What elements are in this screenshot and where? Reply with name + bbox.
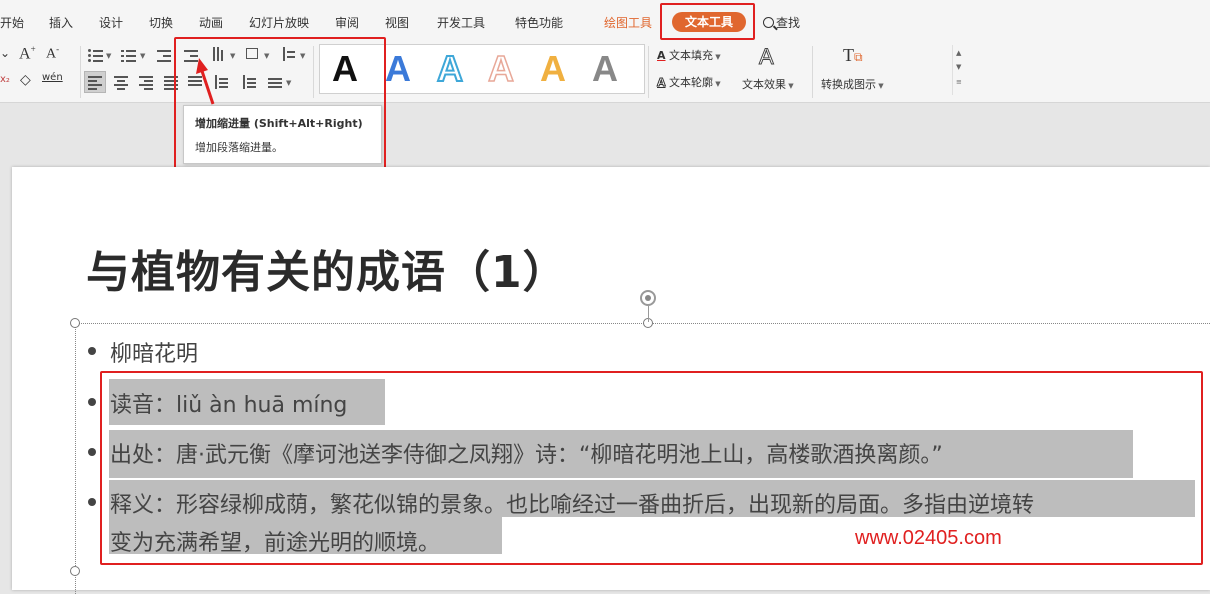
wordart-style-gray[interactable]: A: [592, 47, 618, 91]
align-center-icon[interactable]: [114, 75, 130, 90]
resize-handle-left-middle[interactable]: [70, 566, 80, 576]
tab-animations[interactable]: 动画: [199, 14, 223, 31]
text-effect-icon[interactable]: A: [759, 44, 775, 70]
tab-slideshow[interactable]: 幻灯片放映: [249, 14, 309, 31]
gallery-scroll[interactable]: ▲ ▼ ≡: [952, 45, 965, 95]
tab-drawing-tools[interactable]: 绘图工具: [604, 14, 652, 31]
tab-design[interactable]: 设计: [99, 14, 123, 31]
font-grow-button[interactable]: A+: [19, 44, 36, 63]
subscript-icon[interactable]: x₂: [0, 74, 10, 85]
rotate-handle-icon[interactable]: [640, 290, 656, 306]
watermark-url: www.02405.com: [855, 527, 1002, 549]
text-outline-button[interactable]: A 文本轮廓 ▼: [657, 74, 721, 90]
tab-transitions[interactable]: 切换: [149, 14, 173, 31]
bullet-dot: [88, 498, 96, 506]
search-label: 查找: [776, 16, 801, 30]
annotation-arrow-icon: [196, 58, 215, 105]
tab-developer[interactable]: 开发工具: [437, 14, 485, 31]
font-shrink-button[interactable]: A-: [46, 44, 59, 63]
bullet-dot: [88, 398, 96, 406]
resize-handle-top-left[interactable]: [70, 318, 80, 328]
tab-special-features[interactable]: 特色功能: [515, 14, 563, 31]
eraser-icon[interactable]: ◇: [20, 72, 31, 88]
decrease-indent-icon[interactable]: [157, 48, 173, 62]
align-right-icon[interactable]: [139, 75, 155, 90]
convert-smartart-icon[interactable]: T⧉: [843, 45, 863, 66]
text-effect-button[interactable]: 文本效果 ▼: [742, 76, 794, 92]
search-button[interactable]: 查找: [763, 14, 800, 31]
search-icon: [763, 17, 774, 28]
wordart-style-blue[interactable]: A: [385, 47, 411, 91]
bullet-list-icon[interactable]: [88, 48, 104, 62]
bullet-text-idiom[interactable]: 柳暗花明: [110, 336, 198, 368]
numbered-list-icon[interactable]: [121, 48, 137, 62]
text-fill-icon: A: [657, 49, 666, 62]
annotation-box-text-tool: [660, 3, 755, 40]
phonetic-guide-button[interactable]: wén: [42, 72, 63, 83]
font-size-caret[interactable]: ⌄: [0, 46, 10, 60]
tab-review[interactable]: 审阅: [335, 14, 359, 31]
annotation-box-selected-text: [100, 371, 1203, 565]
convert-to-smartart-button[interactable]: 转换成图示 ▼: [821, 76, 884, 92]
tab-insert[interactable]: 插入: [49, 14, 73, 31]
slide-title[interactable]: 与植物有关的成语（1）: [86, 236, 568, 300]
bullet-dot: [88, 448, 96, 456]
wordart-style-pink-outline[interactable]: A: [487, 47, 515, 91]
tab-home[interactable]: 开始: [0, 14, 24, 31]
align-left-icon[interactable]: [88, 75, 104, 90]
tab-view[interactable]: 视图: [385, 14, 409, 31]
text-outline-icon: A: [657, 76, 666, 90]
bullet-dot: [88, 347, 96, 355]
wordart-style-gold[interactable]: A: [540, 47, 566, 91]
text-fill-button[interactable]: A 文本填充 ▼: [657, 47, 721, 63]
wordart-style-cyan-outline[interactable]: A: [436, 47, 464, 91]
